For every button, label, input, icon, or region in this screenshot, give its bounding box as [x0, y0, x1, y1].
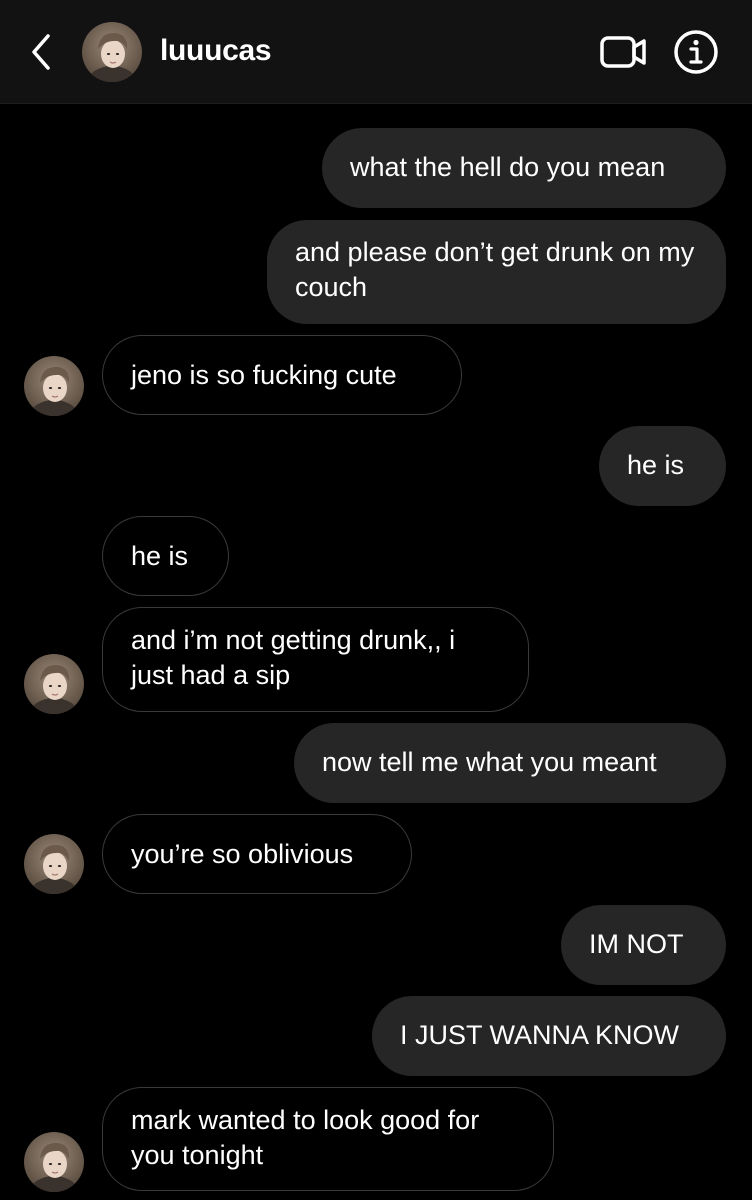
message-bubble-outgoing[interactable]: he is — [599, 426, 726, 506]
message-thread[interactable]: what the hell do you mean and please don… — [0, 104, 752, 1200]
sender-avatar[interactable] — [24, 356, 84, 416]
message-bubble-incoming[interactable]: jeno is so fucking cute — [102, 335, 462, 415]
video-camera-icon — [600, 36, 646, 68]
header-avatar[interactable] — [82, 22, 142, 82]
message-bubble-incoming[interactable]: he is — [102, 516, 229, 596]
chevron-left-icon — [32, 34, 50, 70]
message-bubble-incoming[interactable]: mark wanted to look good for you tonight — [102, 1087, 554, 1191]
chat-username[interactable]: luuucas — [160, 34, 272, 68]
message-bubble-outgoing[interactable]: IM NOT — [561, 905, 726, 985]
back-button[interactable] — [26, 30, 56, 74]
message-bubble-incoming[interactable]: and i’m not getting drunk,, i just had a… — [102, 607, 529, 712]
message-bubble-outgoing[interactable]: what the hell do you mean — [322, 128, 726, 208]
sender-avatar[interactable] — [24, 1132, 84, 1192]
sender-avatar[interactable] — [24, 654, 84, 714]
message-bubble-outgoing[interactable]: I JUST WANNA KNOW — [372, 996, 726, 1076]
message-bubble-outgoing[interactable]: now tell me what you meant — [294, 723, 726, 803]
chat-header: luuucas — [0, 0, 752, 104]
message-bubble-incoming[interactable]: you’re so oblivious — [102, 814, 412, 894]
video-call-button[interactable] — [598, 32, 648, 72]
sender-avatar[interactable] — [24, 834, 84, 894]
message-bubble-outgoing[interactable]: and please don’t get drunk on my couch — [267, 220, 726, 324]
conversation-info-button[interactable] — [672, 28, 720, 76]
info-icon — [674, 30, 718, 74]
